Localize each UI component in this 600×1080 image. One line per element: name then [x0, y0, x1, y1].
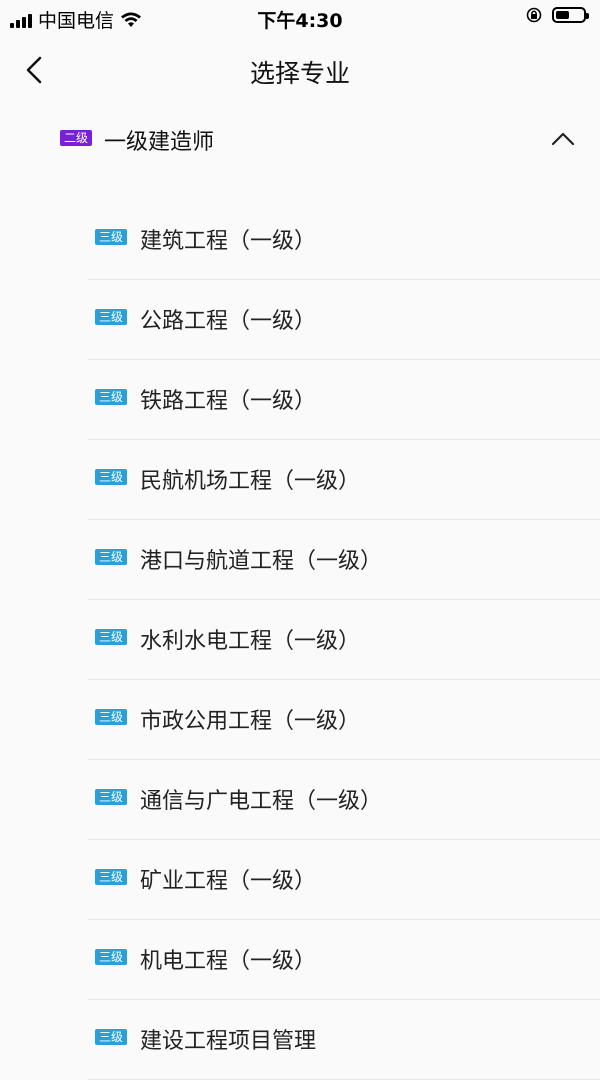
list-item-label: 水利水电工程（一级） [140, 629, 361, 654]
list-item-label: 公路工程（一级） [140, 309, 317, 334]
list-item-label: 机电工程（一级） [140, 949, 317, 974]
group-label: 一级建造师 [104, 130, 215, 155]
page-title: 选择专业 [249, 59, 350, 88]
status-bar: 中国电信 下午4:30 [0, 0, 600, 36]
list-item[interactable]: 三级 水利水电工程（一级） [88, 600, 600, 680]
list-item[interactable]: 三级 公路工程（一级） [88, 280, 600, 360]
level-badge: 三级 [95, 229, 128, 245]
list-item-label: 港口与航道工程（一级） [140, 549, 383, 574]
list-item-label: 建设工程项目管理 [140, 1029, 317, 1054]
orientation-lock-icon [526, 7, 542, 23]
chevron-up-icon[interactable] [550, 126, 576, 152]
list-item[interactable]: 三级 铁路工程（一级） [88, 360, 600, 440]
list-item[interactable]: 三级 建筑工程（一级） [88, 200, 600, 280]
battery-icon [552, 7, 589, 23]
level-badge: 三级 [95, 469, 128, 485]
level-badge: 三级 [95, 709, 128, 725]
sub-list: 三级 建筑工程（一级） 三级 公路工程（一级） 三级 铁路工程（一级） 三级 民航机场工程（一… [88, 200, 600, 1080]
level-badge: 三级 [95, 869, 128, 885]
list-item[interactable]: 三级 民航机场工程（一级） [88, 440, 600, 520]
list-item-label: 通信与广电工程（一级） [140, 789, 383, 814]
level-badge: 三级 [95, 309, 128, 325]
list-item-label: 建筑工程（一级） [140, 229, 317, 254]
level-badge: 三级 [95, 949, 128, 965]
status-right [526, 7, 589, 23]
list-item[interactable]: 三级 市政公用工程（一级） [88, 680, 600, 760]
level-badge: 三级 [95, 789, 128, 805]
group-header-jianzaoshi[interactable]: 二级 一级建造师 [0, 108, 600, 170]
level-badge: 三级 [95, 629, 128, 645]
list-item[interactable]: 三级 矿业工程（一级） [88, 840, 600, 920]
list-item-label: 民航机场工程（一级） [140, 469, 361, 494]
list-item[interactable]: 三级 通信与广电工程（一级） [88, 760, 600, 840]
level-badge: 三级 [95, 389, 128, 405]
nav-bar: 选择专业 [0, 36, 600, 102]
list-item-label: 市政公用工程（一级） [140, 709, 361, 734]
status-time: 下午4:30 [257, 10, 343, 32]
list-item[interactable]: 三级 建设工程项目管理 [88, 1000, 600, 1080]
level-badge: 三级 [95, 1029, 128, 1045]
level-badge: 二级 [60, 130, 93, 146]
list-item[interactable]: 三级 机电工程（一级） [88, 920, 600, 1000]
list-item[interactable]: 三级 港口与航道工程（一级） [88, 520, 600, 600]
list-item-label: 铁路工程（一级） [140, 389, 317, 414]
level-badge: 三级 [95, 549, 128, 565]
list-item-label: 矿业工程（一级） [140, 869, 317, 894]
